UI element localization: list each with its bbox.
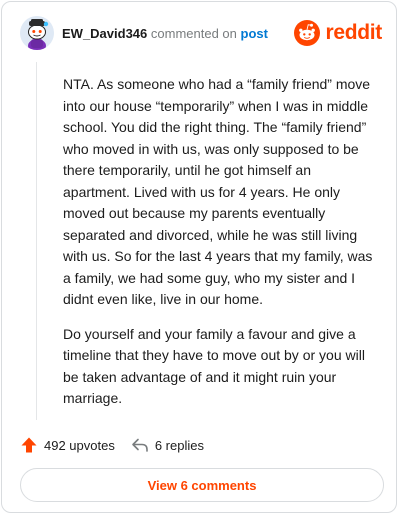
upvote-button[interactable]: 492 upvotes (20, 436, 115, 454)
upvote-arrow-icon (21, 437, 37, 453)
comment-paragraph: Do yourself and your family a favour and… (63, 325, 365, 407)
comment-header: EW_David346 commented on post reddit (20, 16, 382, 52)
avatar[interactable] (20, 16, 54, 50)
thread-line[interactable] (36, 62, 37, 420)
reddit-snoo-icon (294, 20, 321, 46)
replies-count: 6 replies (154, 437, 204, 453)
post-link[interactable]: post (241, 26, 268, 41)
replies-button[interactable]: 6 replies (131, 436, 204, 454)
action-text: commented on (150, 26, 237, 41)
username[interactable]: EW_David346 (62, 26, 147, 41)
view-comments-button[interactable]: View 6 comments (20, 468, 384, 502)
snoo-avatar-icon (20, 16, 54, 50)
comment-body: NTA. As someone who had a “family friend… (63, 74, 373, 423)
reply-arrow-icon (132, 438, 148, 452)
comment-paragraph: NTA. As someone who had a “family friend… (63, 76, 373, 307)
reddit-logo[interactable]: reddit (294, 20, 382, 46)
comment-actions: 492 upvotes 6 replies (20, 434, 220, 456)
reddit-wordmark: reddit (325, 21, 382, 44)
comment-byline: EW_David346 commented on post (62, 26, 268, 41)
comment-card: EW_David346 commented on post reddit NTA… (1, 1, 397, 513)
upvote-count: 492 upvotes (44, 437, 115, 453)
